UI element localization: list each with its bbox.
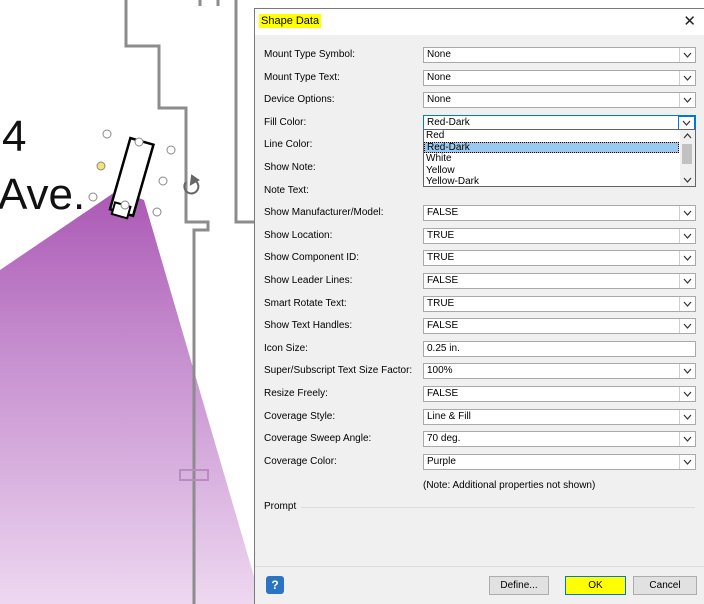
chevron-down-icon[interactable] (679, 455, 695, 469)
field-value: FALSE (427, 320, 459, 331)
field-coverage-color[interactable]: Purple (423, 454, 696, 470)
chevron-down-icon[interactable] (679, 432, 695, 446)
chevron-down-icon[interactable] (679, 229, 695, 243)
ok-button[interactable]: OK (565, 576, 626, 595)
label-coverage-style: Coverage Style: (264, 411, 336, 422)
label-super-subscript-text-size-factor: Super/Subscript Text Size Factor: (264, 365, 413, 376)
label-mount-type-text: Mount Type Text: (264, 72, 340, 83)
chevron-down-icon[interactable] (679, 251, 695, 265)
field-value: FALSE (427, 207, 459, 218)
shape-data-dialog: Shape Data ✕ Mount Type Symbol: None Mount… (254, 8, 704, 604)
chevron-down-icon[interactable] (679, 387, 695, 401)
field-value: FALSE (427, 388, 459, 399)
chevron-down-icon[interactable] (679, 319, 695, 333)
label-show-manufacturer-model: Show Manufacturer/Model: (264, 207, 384, 218)
chevron-down-icon[interactable] (679, 71, 695, 85)
label-show-leader-lines: Show Leader Lines: (264, 275, 353, 286)
fill-color-listbox[interactable]: Red Red-Dark White Yellow Yellow-Dark (423, 129, 696, 187)
canvas-text-line1: 4 (2, 112, 27, 161)
scroll-up-icon[interactable] (680, 130, 695, 142)
label-coverage-color: Coverage Color: (264, 456, 337, 467)
dialog-title: Shape Data (259, 14, 322, 28)
define-button[interactable]: Define... (489, 576, 549, 595)
field-value: Purple (427, 456, 456, 467)
field-value: Line & Fill (427, 411, 471, 422)
field-mount-type-text[interactable]: None (423, 70, 696, 86)
label-coverage-sweep-angle: Coverage Sweep Angle: (264, 433, 372, 444)
field-coverage-style[interactable]: Line & Fill (423, 409, 696, 425)
chevron-down-icon[interactable] (679, 48, 695, 62)
listbox-option[interactable]: Yellow-Dark (424, 176, 695, 188)
field-value: 0.25 in. (427, 343, 460, 354)
field-value: None (427, 72, 451, 83)
field-show-manufacturer-model[interactable]: FALSE (423, 205, 696, 221)
chevron-down-icon[interactable] (679, 410, 695, 424)
scroll-down-icon[interactable] (680, 174, 695, 186)
field-value: None (427, 49, 451, 60)
field-value: TRUE (427, 252, 455, 263)
listbox-option[interactable]: Red-Dark (424, 141, 679, 153)
field-value: 100% (427, 365, 453, 376)
close-icon[interactable]: ✕ (683, 12, 696, 30)
field-smart-rotate-text[interactable]: TRUE (423, 296, 696, 312)
footer-divider (255, 566, 704, 567)
chevron-down-icon[interactable] (679, 93, 695, 107)
listbox-scrollbar[interactable] (680, 130, 695, 186)
label-show-note: Show Note: (264, 162, 316, 173)
field-show-component-id[interactable]: TRUE (423, 250, 696, 266)
field-value: Red-Dark (427, 117, 470, 128)
label-resize-freely: Resize Freely: (264, 388, 328, 399)
field-value: 70 deg. (427, 433, 461, 444)
help-icon[interactable]: ? (266, 576, 284, 594)
field-icon-size[interactable]: 0.25 in. (423, 341, 696, 357)
field-super-subscript-text-size-factor[interactable]: 100% (423, 363, 696, 379)
field-show-location[interactable]: TRUE (423, 228, 696, 244)
chevron-down-icon[interactable] (679, 297, 695, 311)
chevron-down-icon[interactable] (679, 206, 695, 220)
label-note-text: Note Text: (264, 185, 309, 196)
label-smart-rotate-text: Smart Rotate Text: (264, 298, 347, 309)
chevron-down-icon[interactable] (679, 274, 695, 288)
listbox-option[interactable]: White (424, 153, 695, 165)
field-resize-freely[interactable]: FALSE (423, 386, 696, 402)
additional-properties-note: (Note: Additional properties not shown) (423, 480, 596, 491)
label-show-text-handles: Show Text Handles: (264, 320, 353, 331)
field-value: None (427, 94, 451, 105)
field-device-options[interactable]: None (423, 92, 696, 108)
label-fill-color: Fill Color: (264, 117, 307, 128)
label-show-location: Show Location: (264, 230, 333, 241)
label-mount-type-symbol: Mount Type Symbol: (264, 49, 355, 60)
field-value: TRUE (427, 298, 455, 309)
chevron-down-icon[interactable] (679, 364, 695, 378)
field-value: TRUE (427, 230, 455, 241)
chevron-down-icon[interactable] (678, 116, 695, 130)
label-line-color: Line Color: (264, 139, 313, 150)
field-coverage-sweep-angle[interactable]: 70 deg. (423, 431, 696, 447)
listbox-option[interactable]: Red (424, 130, 695, 142)
prompt-label: Prompt (264, 501, 297, 512)
field-mount-type-symbol[interactable]: None (423, 47, 696, 63)
field-show-text-handles[interactable]: FALSE (423, 318, 696, 334)
prompt-divider (301, 507, 695, 508)
label-device-options: Device Options: (264, 94, 335, 105)
dialog-titlebar: Shape Data ✕ (255, 9, 704, 35)
scroll-thumb[interactable] (682, 144, 692, 164)
listbox-option[interactable]: Yellow (424, 165, 695, 177)
label-show-component-id: Show Component ID: (264, 252, 360, 263)
field-show-leader-lines[interactable]: FALSE (423, 273, 696, 289)
field-value: FALSE (427, 275, 459, 286)
coverage-cone (0, 190, 262, 604)
canvas-text-line2: Ave. (0, 170, 86, 219)
label-icon-size: Icon Size: (264, 343, 308, 354)
camera-shape (108, 136, 156, 220)
cancel-button[interactable]: Cancel (633, 576, 697, 595)
